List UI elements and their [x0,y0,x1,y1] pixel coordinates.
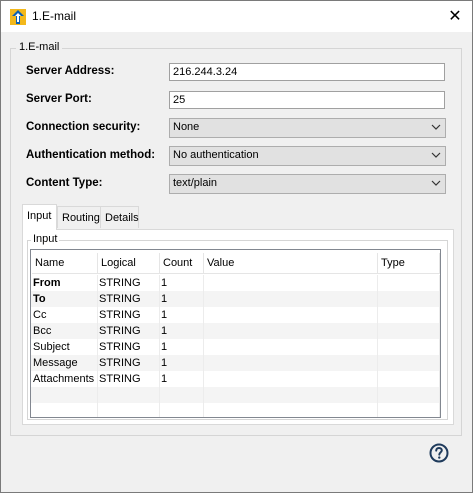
auth-method-label: Authentication method: [26,149,156,161]
content-type-select[interactable]: text/plain [169,174,446,194]
table-row[interactable]: To STRING 1 [31,291,440,307]
cell-name [32,403,98,417]
cell-name: Message [32,355,98,371]
cell-type [378,323,440,339]
tab-routing[interactable]: Routing [57,206,101,228]
column-header-value[interactable]: Value [204,253,378,274]
content-type-label: Content Type: [26,177,103,189]
cell-name: Cc [32,307,98,323]
group-label: 1.E-mail [16,41,63,53]
cell-name: From [32,275,98,291]
cell-count: 1 [160,355,204,371]
column-header-name[interactable]: Name [32,253,98,274]
cell-count: 1 [160,371,204,387]
input-group-label: Input [31,233,60,245]
cell-value [204,275,378,291]
cell-name: Bcc [32,323,98,339]
cell-logical: STRING [98,355,160,371]
title-bar[interactable]: 1.E-mail ✕ [1,1,472,32]
cell-count: 1 [160,275,204,291]
cell-logical: STRING [98,323,160,339]
server-address-label: Server Address: [26,65,115,77]
cell-name: Attachments [32,371,98,387]
cell-logical: STRING [98,371,160,387]
cell-count: 1 [160,291,204,307]
cell-logical: STRING [98,307,160,323]
server-port-label: Server Port: [26,93,92,105]
chevron-down-icon [431,152,441,158]
content-type-value: text/plain [173,177,218,189]
connection-security-select[interactable]: None [169,118,446,138]
cell-type [378,291,440,307]
cell-logical: STRING [98,275,160,291]
server-address-field[interactable]: 216.244.3.24 [169,63,445,81]
cell-value [204,307,378,323]
cell-logical: STRING [98,291,160,307]
cell-logical [98,403,160,417]
cell-value [204,403,378,417]
auth-method-select[interactable]: No authentication [169,146,446,166]
table-row[interactable]: Attachments STRING 1 [31,371,440,387]
table-row[interactable]: Message STRING 1 [31,355,440,371]
cell-type [378,275,440,291]
empty-table-row[interactable] [31,403,440,417]
chevron-down-icon [431,124,441,130]
cell-count: 1 [160,323,204,339]
table-row[interactable]: Subject STRING 1 [31,339,440,355]
connection-security-value: None [173,121,200,133]
cell-value [204,323,378,339]
column-header-count[interactable]: Count [160,253,204,274]
cell-value [204,291,378,307]
empty-table-row[interactable] [31,387,440,403]
cell-name: To [32,291,98,307]
server-port-field[interactable]: 25 [169,91,445,109]
window-title: 1.E-mail [32,9,77,23]
cell-value [204,371,378,387]
close-button[interactable]: ✕ [442,5,468,29]
cell-count: 1 [160,307,204,323]
cell-type [378,371,440,387]
cell-count [160,403,204,417]
table-row[interactable]: Bcc STRING 1 [31,323,440,339]
cell-value [204,355,378,371]
cell-name: Subject [32,339,98,355]
app-icon [10,9,26,25]
help-icon[interactable] [429,443,449,463]
chevron-down-icon [431,180,441,186]
cell-type [378,355,440,371]
tab-details[interactable]: Details [100,206,139,228]
cell-name [32,387,98,403]
cell-value [204,387,378,403]
cell-logical [98,387,160,403]
input-table[interactable]: Name Logical Count Value Type From STRING… [30,249,441,418]
cell-type [378,307,440,323]
table-row[interactable]: From STRING 1 [31,275,440,291]
connection-security-label: Connection security: [26,121,141,133]
cell-value [204,339,378,355]
cell-count [160,387,204,403]
auth-method-value: No authentication [173,149,259,161]
cell-type [378,339,440,355]
tab-input[interactable]: Input [22,204,57,230]
cell-type [378,403,440,417]
cell-count: 1 [160,339,204,355]
column-header-logical[interactable]: Logical [98,253,160,274]
column-header-type[interactable]: Type [378,253,440,274]
cell-type [378,387,440,403]
cell-logical: STRING [98,339,160,355]
table-row[interactable]: Cc STRING 1 [31,307,440,323]
